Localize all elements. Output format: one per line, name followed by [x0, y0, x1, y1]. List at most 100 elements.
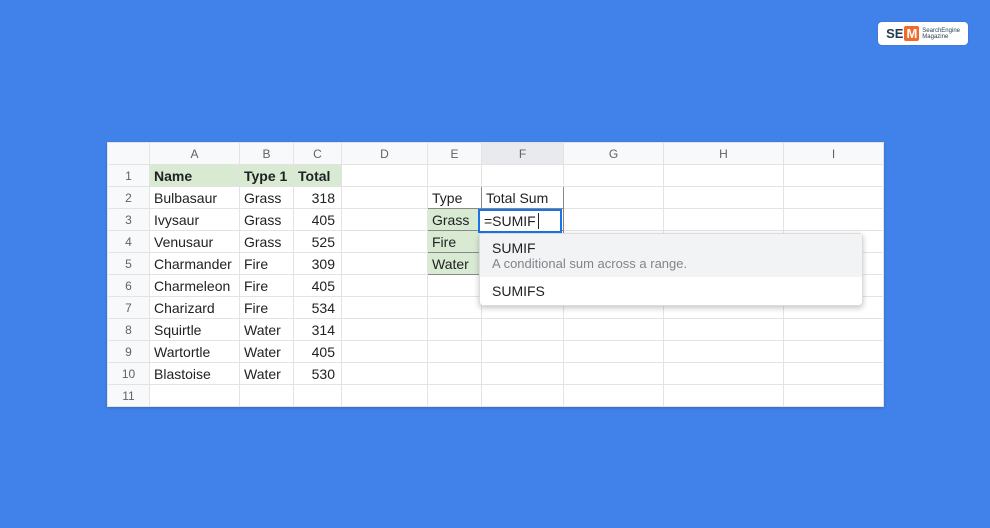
cell-A4[interactable]: Venusaur [150, 231, 240, 253]
cell-I1[interactable] [784, 165, 884, 187]
row-header-10[interactable]: 10 [108, 363, 150, 385]
cell-B5[interactable]: Fire [240, 253, 294, 275]
cell-E8[interactable] [428, 319, 482, 341]
col-header-D[interactable]: D [342, 143, 428, 165]
col-header-F[interactable]: F [482, 143, 564, 165]
row-header-7[interactable]: 7 [108, 297, 150, 319]
cell-F8[interactable] [482, 319, 564, 341]
cell-E10[interactable] [428, 363, 482, 385]
cell-E3[interactable]: Grass [428, 209, 482, 231]
cell-D8[interactable] [342, 319, 428, 341]
cell-D11[interactable] [342, 385, 428, 407]
suggest-item-sumifs[interactable]: SUMIFS [480, 277, 862, 305]
cell-D7[interactable] [342, 297, 428, 319]
cell-B11[interactable] [240, 385, 294, 407]
cell-A7[interactable]: Charizard [150, 297, 240, 319]
row-header-3[interactable]: 3 [108, 209, 150, 231]
select-all-corner[interactable] [108, 143, 150, 165]
cell-B4[interactable]: Grass [240, 231, 294, 253]
cell-A1[interactable]: Name [150, 165, 240, 187]
cell-E2[interactable]: Type [428, 187, 482, 209]
row-header-4[interactable]: 4 [108, 231, 150, 253]
suggest-item-sumif[interactable]: SUMIF A conditional sum across a range. [480, 234, 862, 277]
cell-C7[interactable]: 534 [294, 297, 342, 319]
cell-F10[interactable] [482, 363, 564, 385]
cell-F11[interactable] [482, 385, 564, 407]
cell-E5[interactable]: Water [428, 253, 482, 275]
cell-C4[interactable]: 525 [294, 231, 342, 253]
cell-E1[interactable] [428, 165, 482, 187]
cell-I2[interactable] [784, 187, 884, 209]
col-header-A[interactable]: A [150, 143, 240, 165]
cell-E4[interactable]: Fire [428, 231, 482, 253]
cell-B1[interactable]: Type 1 [240, 165, 294, 187]
cell-I11[interactable] [784, 385, 884, 407]
cell-B8[interactable]: Water [240, 319, 294, 341]
formula-input[interactable]: =SUMIF [484, 213, 536, 229]
cell-B7[interactable]: Fire [240, 297, 294, 319]
cell-I8[interactable] [784, 319, 884, 341]
row-header-8[interactable]: 8 [108, 319, 150, 341]
col-header-C[interactable]: C [294, 143, 342, 165]
cell-D6[interactable] [342, 275, 428, 297]
cell-B9[interactable]: Water [240, 341, 294, 363]
row-header-9[interactable]: 9 [108, 341, 150, 363]
cell-H10[interactable] [664, 363, 784, 385]
cell-G8[interactable] [564, 319, 664, 341]
cell-C9[interactable]: 405 [294, 341, 342, 363]
col-header-E[interactable]: E [428, 143, 482, 165]
cell-D4[interactable] [342, 231, 428, 253]
cell-I3[interactable] [784, 209, 884, 231]
cell-C3[interactable]: 405 [294, 209, 342, 231]
cell-G10[interactable] [564, 363, 664, 385]
cell-I10[interactable] [784, 363, 884, 385]
col-header-H[interactable]: H [664, 143, 784, 165]
cell-C1[interactable]: Total [294, 165, 342, 187]
cell-A9[interactable]: Wartortle [150, 341, 240, 363]
cell-F1[interactable] [482, 165, 564, 187]
cell-C6[interactable]: 405 [294, 275, 342, 297]
cell-H3[interactable] [664, 209, 784, 231]
cell-H11[interactable] [664, 385, 784, 407]
cell-F9[interactable] [482, 341, 564, 363]
cell-G1[interactable] [564, 165, 664, 187]
row-header-2[interactable]: 2 [108, 187, 150, 209]
cell-E11[interactable] [428, 385, 482, 407]
row-header-5[interactable]: 5 [108, 253, 150, 275]
cell-G11[interactable] [564, 385, 664, 407]
cell-G2[interactable] [564, 187, 664, 209]
cell-D1[interactable] [342, 165, 428, 187]
active-cell-F3[interactable]: =SUMIF [478, 209, 562, 233]
cell-B6[interactable]: Fire [240, 275, 294, 297]
cell-B2[interactable]: Grass [240, 187, 294, 209]
cell-G3[interactable] [564, 209, 664, 231]
cell-D5[interactable] [342, 253, 428, 275]
cell-A6[interactable]: Charmeleon [150, 275, 240, 297]
cell-C8[interactable]: 314 [294, 319, 342, 341]
cell-D9[interactable] [342, 341, 428, 363]
cell-H1[interactable] [664, 165, 784, 187]
col-header-B[interactable]: B [240, 143, 294, 165]
cell-A2[interactable]: Bulbasaur [150, 187, 240, 209]
cell-I9[interactable] [784, 341, 884, 363]
cell-D2[interactable] [342, 187, 428, 209]
cell-B3[interactable]: Grass [240, 209, 294, 231]
cell-A11[interactable] [150, 385, 240, 407]
cell-C2[interactable]: 318 [294, 187, 342, 209]
cell-C5[interactable]: 309 [294, 253, 342, 275]
cell-C11[interactable] [294, 385, 342, 407]
cell-D3[interactable] [342, 209, 428, 231]
spreadsheet[interactable]: A B C D E F G H I 1 Name Type 1 Total 2 … [107, 142, 884, 407]
cell-E6[interactable] [428, 275, 482, 297]
cell-F2[interactable]: Total Sum [482, 187, 564, 209]
cell-H9[interactable] [664, 341, 784, 363]
cell-A3[interactable]: Ivysaur [150, 209, 240, 231]
col-header-G[interactable]: G [564, 143, 664, 165]
cell-H2[interactable] [664, 187, 784, 209]
cell-G9[interactable] [564, 341, 664, 363]
cell-H8[interactable] [664, 319, 784, 341]
cell-A5[interactable]: Charmander [150, 253, 240, 275]
row-header-11[interactable]: 11 [108, 385, 150, 407]
cell-B10[interactable]: Water [240, 363, 294, 385]
cell-A8[interactable]: Squirtle [150, 319, 240, 341]
